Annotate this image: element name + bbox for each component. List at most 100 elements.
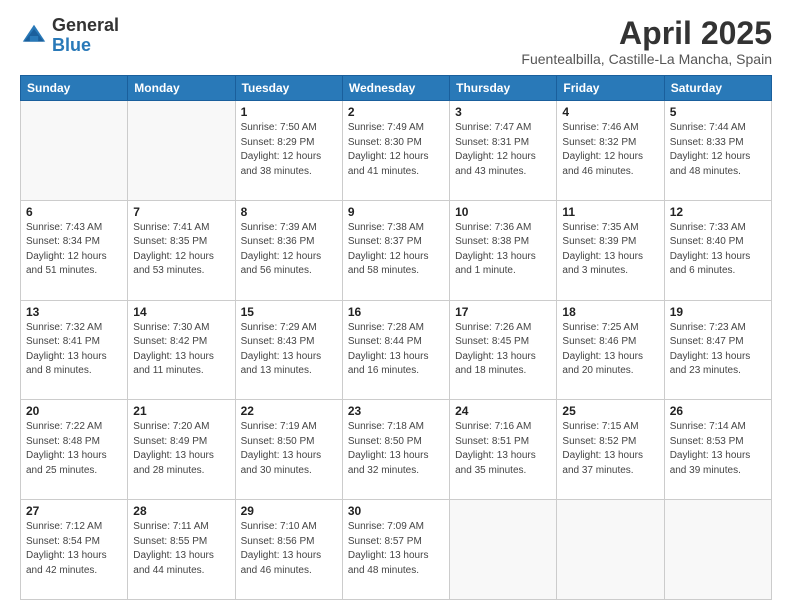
calendar-cell: 23 Sunrise: 7:18 AMSunset: 8:50 PMDayligh… bbox=[342, 400, 449, 500]
day-number: 18 bbox=[562, 305, 658, 319]
day-info: Sunrise: 7:32 AMSunset: 8:41 PMDaylight:… bbox=[26, 321, 122, 379]
calendar-cell: 29Sunrise: 7:10 AMSunset: 8:56 PMDayligh… bbox=[235, 500, 342, 600]
day-info: Sunrise: 7:20 AMSunset: 8:49 PMDaylight:… bbox=[133, 420, 229, 478]
calendar-cell: 17Sunrise: 7:26 AMSunset: 8:45 PMDayligh… bbox=[450, 300, 557, 400]
week-row-2: 6 Sunrise: 7:43 AMSunset: 8:34 PMDaylight… bbox=[21, 200, 772, 300]
calendar-cell: 12Sunrise: 7:33 AMSunset: 8:40 PMDayligh… bbox=[664, 200, 771, 300]
day-number: 19 bbox=[670, 305, 766, 319]
day-info: Sunrise: 7:47 AMSunset: 8:31 PMDaylight:… bbox=[455, 121, 551, 179]
day-number: 25 bbox=[562, 404, 658, 418]
calendar-cell: 10 Sunrise: 7:36 AMSunset: 8:38 PMDayligh… bbox=[450, 200, 557, 300]
day-number: 30 bbox=[348, 504, 444, 518]
day-number: 10 bbox=[455, 205, 551, 219]
calendar-cell: 13Sunrise: 7:32 AMSunset: 8:41 PMDayligh… bbox=[21, 300, 128, 400]
week-row-4: 20 Sunrise: 7:22 AMSunset: 8:48 PMDayligh… bbox=[21, 400, 772, 500]
day-info: Sunrise: 7:18 AMSunset: 8:50 PMDaylight:… bbox=[348, 420, 444, 478]
day-number: 12 bbox=[670, 205, 766, 219]
day-number: 4 bbox=[562, 105, 658, 119]
main-title: April 2025 bbox=[521, 16, 772, 51]
calendar-cell: 26 Sunrise: 7:14 AMSunset: 8:53 PMDayligh… bbox=[664, 400, 771, 500]
weekday-header-thursday: Thursday bbox=[450, 76, 557, 101]
calendar-cell: 22 Sunrise: 7:19 AMSunset: 8:50 PMDayligh… bbox=[235, 400, 342, 500]
day-number: 6 bbox=[26, 205, 122, 219]
day-info: Sunrise: 7:36 AMSunset: 8:38 PMDaylight:… bbox=[455, 221, 551, 279]
weekday-header-sunday: Sunday bbox=[21, 76, 128, 101]
calendar-cell: 8 Sunrise: 7:39 AMSunset: 8:36 PMDaylight… bbox=[235, 200, 342, 300]
day-info: Sunrise: 7:12 AMSunset: 8:54 PMDaylight:… bbox=[26, 520, 122, 578]
title-block: April 2025 Fuentealbilla, Castille-La Ma… bbox=[521, 16, 772, 67]
calendar-cell: 11 Sunrise: 7:35 AMSunset: 8:39 PMDayligh… bbox=[557, 200, 664, 300]
day-info: Sunrise: 7:38 AMSunset: 8:37 PMDaylight:… bbox=[348, 221, 444, 279]
calendar-cell: 16 Sunrise: 7:28 AMSunset: 8:44 PMDayligh… bbox=[342, 300, 449, 400]
day-info: Sunrise: 7:22 AMSunset: 8:48 PMDaylight:… bbox=[26, 420, 122, 478]
day-number: 26 bbox=[670, 404, 766, 418]
day-number: 20 bbox=[26, 404, 122, 418]
day-number: 3 bbox=[455, 105, 551, 119]
calendar-cell: 9 Sunrise: 7:38 AMSunset: 8:37 PMDaylight… bbox=[342, 200, 449, 300]
day-number: 14 bbox=[133, 305, 229, 319]
day-info: Sunrise: 7:44 AMSunset: 8:33 PMDaylight:… bbox=[670, 121, 766, 179]
day-number: 1 bbox=[241, 105, 337, 119]
day-info: Sunrise: 7:35 AMSunset: 8:39 PMDaylight:… bbox=[562, 221, 658, 279]
day-number: 9 bbox=[348, 205, 444, 219]
day-number: 21 bbox=[133, 404, 229, 418]
calendar-cell: 3 Sunrise: 7:47 AMSunset: 8:31 PMDaylight… bbox=[450, 101, 557, 201]
day-info: Sunrise: 7:14 AMSunset: 8:53 PMDaylight:… bbox=[670, 420, 766, 478]
day-info: Sunrise: 7:39 AMSunset: 8:36 PMDaylight:… bbox=[241, 221, 337, 279]
calendar-cell: 1 Sunrise: 7:50 AMSunset: 8:29 PMDaylight… bbox=[235, 101, 342, 201]
calendar-cell: 5 Sunrise: 7:44 AMSunset: 8:33 PMDaylight… bbox=[664, 101, 771, 201]
day-number: 16 bbox=[348, 305, 444, 319]
calendar-cell: 4 Sunrise: 7:46 AMSunset: 8:32 PMDaylight… bbox=[557, 101, 664, 201]
logo-icon bbox=[20, 22, 48, 50]
day-number: 11 bbox=[562, 205, 658, 219]
day-number: 27 bbox=[26, 504, 122, 518]
day-number: 5 bbox=[670, 105, 766, 119]
weekday-header-wednesday: Wednesday bbox=[342, 76, 449, 101]
day-info: Sunrise: 7:41 AMSunset: 8:35 PMDaylight:… bbox=[133, 221, 229, 279]
day-info: Sunrise: 7:11 AMSunset: 8:55 PMDaylight:… bbox=[133, 520, 229, 578]
logo-general: General bbox=[52, 16, 119, 36]
calendar-cell: 27 Sunrise: 7:12 AMSunset: 8:54 PMDayligh… bbox=[21, 500, 128, 600]
week-row-1: 1 Sunrise: 7:50 AMSunset: 8:29 PMDaylight… bbox=[21, 101, 772, 201]
day-info: Sunrise: 7:16 AMSunset: 8:51 PMDaylight:… bbox=[455, 420, 551, 478]
calendar-cell: 30Sunrise: 7:09 AMSunset: 8:57 PMDayligh… bbox=[342, 500, 449, 600]
calendar-cell: 20 Sunrise: 7:22 AMSunset: 8:48 PMDayligh… bbox=[21, 400, 128, 500]
calendar-cell bbox=[450, 500, 557, 600]
weekday-header-tuesday: Tuesday bbox=[235, 76, 342, 101]
day-number: 22 bbox=[241, 404, 337, 418]
day-info: Sunrise: 7:25 AMSunset: 8:46 PMDaylight:… bbox=[562, 321, 658, 379]
logo: General Blue bbox=[20, 16, 119, 56]
weekday-header-saturday: Saturday bbox=[664, 76, 771, 101]
calendar-page: General Blue April 2025 Fuentealbilla, C… bbox=[0, 0, 792, 612]
day-info: Sunrise: 7:46 AMSunset: 8:32 PMDaylight:… bbox=[562, 121, 658, 179]
logo-blue: Blue bbox=[52, 36, 119, 56]
day-number: 23 bbox=[348, 404, 444, 418]
calendar-cell: 18 Sunrise: 7:25 AMSunset: 8:46 PMDayligh… bbox=[557, 300, 664, 400]
week-row-5: 27 Sunrise: 7:12 AMSunset: 8:54 PMDayligh… bbox=[21, 500, 772, 600]
calendar-cell: 14 Sunrise: 7:30 AMSunset: 8:42 PMDayligh… bbox=[128, 300, 235, 400]
day-info: Sunrise: 7:50 AMSunset: 8:29 PMDaylight:… bbox=[241, 121, 337, 179]
calendar-cell: 28 Sunrise: 7:11 AMSunset: 8:55 PMDayligh… bbox=[128, 500, 235, 600]
calendar-cell: 25 Sunrise: 7:15 AMSunset: 8:52 PMDayligh… bbox=[557, 400, 664, 500]
weekday-header-friday: Friday bbox=[557, 76, 664, 101]
calendar-cell: 19Sunrise: 7:23 AMSunset: 8:47 PMDayligh… bbox=[664, 300, 771, 400]
logo-text: General Blue bbox=[52, 16, 119, 56]
calendar-cell: 7Sunrise: 7:41 AMSunset: 8:35 PMDaylight… bbox=[128, 200, 235, 300]
calendar-cell bbox=[557, 500, 664, 600]
day-info: Sunrise: 7:15 AMSunset: 8:52 PMDaylight:… bbox=[562, 420, 658, 478]
calendar-cell bbox=[664, 500, 771, 600]
day-number: 8 bbox=[241, 205, 337, 219]
day-number: 28 bbox=[133, 504, 229, 518]
subtitle: Fuentealbilla, Castille-La Mancha, Spain bbox=[521, 51, 772, 67]
day-number: 2 bbox=[348, 105, 444, 119]
header: General Blue April 2025 Fuentealbilla, C… bbox=[20, 16, 772, 67]
calendar-cell bbox=[128, 101, 235, 201]
day-info: Sunrise: 7:43 AMSunset: 8:34 PMDaylight:… bbox=[26, 221, 122, 279]
calendar-cell: 6 Sunrise: 7:43 AMSunset: 8:34 PMDaylight… bbox=[21, 200, 128, 300]
weekday-header-monday: Monday bbox=[128, 76, 235, 101]
day-info: Sunrise: 7:19 AMSunset: 8:50 PMDaylight:… bbox=[241, 420, 337, 478]
day-number: 24 bbox=[455, 404, 551, 418]
day-info: Sunrise: 7:28 AMSunset: 8:44 PMDaylight:… bbox=[348, 321, 444, 379]
day-info: Sunrise: 7:10 AMSunset: 8:56 PMDaylight:… bbox=[241, 520, 337, 578]
day-info: Sunrise: 7:30 AMSunset: 8:42 PMDaylight:… bbox=[133, 321, 229, 379]
